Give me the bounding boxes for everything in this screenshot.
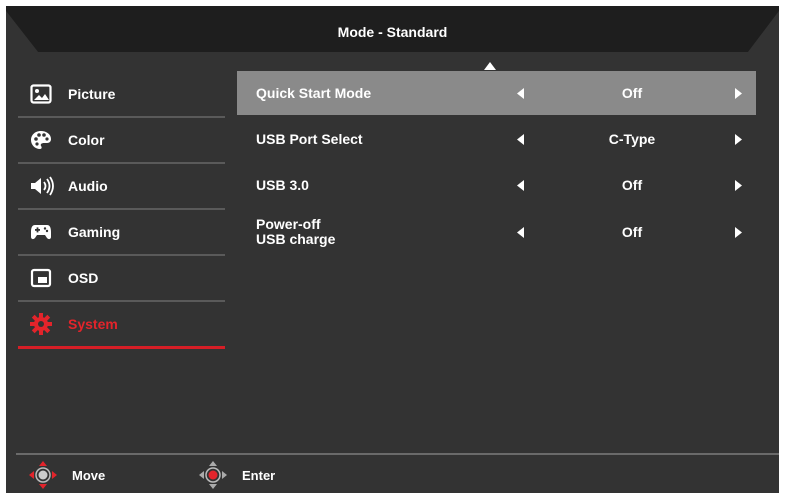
setting-label: Power-off USB charge: [256, 216, 336, 247]
scroll-up-arrow-icon[interactable]: [484, 62, 496, 70]
setting-value: C-Type: [608, 131, 656, 147]
joystick-enter-icon: [199, 461, 227, 489]
setting-value: Off: [621, 85, 643, 101]
setting-value: Off: [621, 224, 643, 240]
arrow-left-icon[interactable]: [517, 134, 524, 145]
setting-row-usb-port-select[interactable]: USB Port Select C-Type: [237, 117, 756, 161]
sidebar-item-osd[interactable]: OSD: [18, 255, 225, 301]
footer-divider: [16, 453, 779, 455]
picture-icon: [30, 84, 52, 104]
sidebar-item-label: Color: [68, 132, 105, 148]
speaker-icon: [30, 176, 54, 196]
palette-icon: [30, 130, 52, 150]
sidebar-item-label: Picture: [68, 86, 116, 102]
sidebar-item-picture[interactable]: Picture: [18, 71, 225, 117]
title-banner: Mode - Standard: [6, 6, 779, 54]
sidebar-item-label: System: [68, 316, 118, 332]
gear-icon: [30, 313, 52, 335]
sidebar-item-gaming[interactable]: Gaming: [18, 209, 225, 255]
move-label: Move: [72, 468, 106, 483]
setting-row-quick-start-mode[interactable]: Quick Start Mode Off: [237, 71, 756, 115]
setting-label: USB Port Select: [256, 130, 363, 147]
sidebar-item-label: OSD: [68, 270, 99, 286]
arrow-left-icon[interactable]: [517, 180, 524, 191]
page-title: Mode - Standard: [337, 24, 448, 40]
arrow-left-icon[interactable]: [517, 227, 524, 238]
arrow-left-icon[interactable]: [517, 88, 524, 99]
gamepad-icon: [30, 222, 52, 242]
arrow-right-icon[interactable]: [735, 180, 742, 191]
setting-label: Quick Start Mode: [256, 84, 372, 101]
sidebar-item-system[interactable]: System: [18, 301, 225, 347]
sidebar-item-label: Audio: [68, 178, 108, 194]
setting-row-power-off-usb-charge[interactable]: Power-off USB charge Off: [237, 210, 756, 254]
sidebar-active-indicator: [18, 346, 225, 349]
setting-value: Off: [621, 177, 643, 193]
sidebar-item-audio[interactable]: Audio: [18, 163, 225, 209]
osd-menu: Mode - Standard Picture Color Audio Gami…: [6, 6, 779, 493]
osd-window-icon: [30, 268, 52, 288]
arrow-right-icon[interactable]: [735, 88, 742, 99]
setting-label: USB 3.0: [256, 176, 309, 193]
arrow-right-icon[interactable]: [735, 134, 742, 145]
setting-row-usb-3[interactable]: USB 3.0 Off: [237, 163, 756, 207]
joystick-move-icon: [29, 461, 57, 489]
arrow-right-icon[interactable]: [735, 227, 742, 238]
enter-label: Enter: [242, 468, 276, 483]
sidebar-item-color[interactable]: Color: [18, 117, 225, 163]
sidebar-item-label: Gaming: [68, 224, 121, 240]
